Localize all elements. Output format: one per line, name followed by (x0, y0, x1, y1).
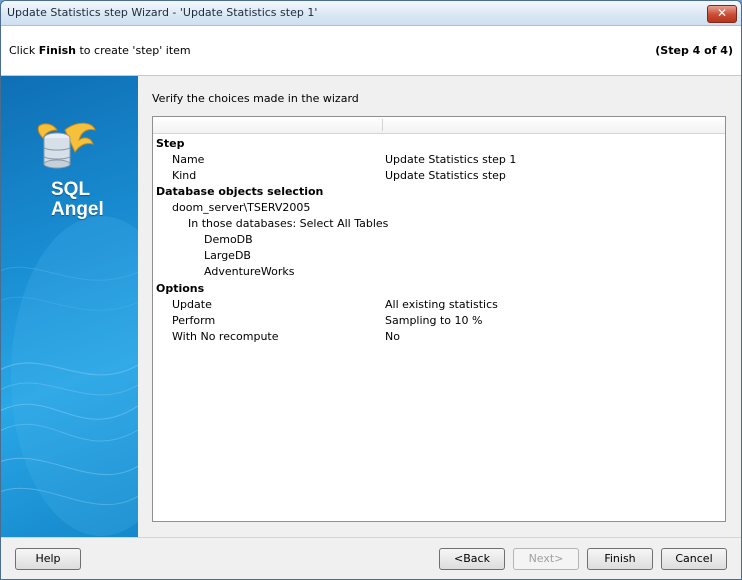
row-label: Update (172, 298, 212, 311)
row-value: No (385, 330, 400, 343)
wizard-window: Update Statistics step Wizard - 'Update … (0, 0, 742, 580)
grid-row: Options (153, 281, 725, 297)
row-value: Update Statistics step (385, 169, 506, 182)
button-bar: Help <Back Next> Finish Cancel (1, 537, 741, 579)
close-button[interactable]: ✕ (707, 5, 737, 23)
grid-row: Update All existing statistics (153, 297, 725, 313)
grid-row: In those databases: Select All Tables (153, 216, 725, 232)
row-label: Database objects selection (156, 185, 324, 198)
product-logo: SQL Angel (51, 180, 104, 220)
row-label: In those databases: Select All Tables (188, 217, 389, 230)
logo-line-1: SQL (51, 179, 91, 200)
grid-row: DemoDB (153, 232, 725, 248)
row-value: All existing statistics (385, 298, 498, 311)
row-label: Perform (172, 314, 216, 327)
finish-button[interactable]: Finish (587, 548, 653, 570)
row-label: Options (156, 282, 205, 295)
wizard-content: Verify the choices made in the wizard St… (138, 76, 741, 537)
next-button[interactable]: Next> (513, 548, 579, 570)
row-label: AdventureWorks (204, 265, 295, 278)
row-value: Sampling to 10 % (385, 314, 483, 327)
hint-finish-word: Finish (38, 44, 76, 57)
grid-row: Step (153, 136, 725, 152)
wizard-header: Click Finish to create 'step' item (Step… (1, 26, 741, 76)
row-label: Kind (172, 169, 197, 182)
row-label: doom_server\TSERV2005 (172, 201, 311, 214)
header-hint: Click Finish to create 'step' item (9, 44, 191, 57)
grid-row: Name Update Statistics step 1 (153, 152, 725, 168)
logo-line-2: Angel (51, 199, 104, 220)
row-label: LargeDB (204, 249, 251, 262)
verify-label: Verify the choices made in the wizard (152, 92, 359, 105)
grid-row: LargeDB (153, 248, 725, 264)
back-button[interactable]: <Back (439, 548, 505, 570)
grid-header (153, 117, 725, 134)
side-banner: SQL Angel (1, 76, 138, 537)
grid-row: doom_server\TSERV2005 (153, 200, 725, 216)
grid-row: Kind Update Statistics step (153, 168, 725, 184)
row-label: With No recompute (172, 330, 279, 343)
help-button[interactable]: Help (15, 548, 81, 570)
grid-row: Database objects selection (153, 184, 725, 200)
title-bar[interactable]: Update Statistics step Wizard - 'Update … (1, 1, 741, 26)
row-label: Step (156, 137, 185, 150)
close-icon: ✕ (716, 6, 728, 20)
window-title: Update Statistics step Wizard - 'Update … (7, 6, 318, 19)
column-separator[interactable] (382, 119, 383, 131)
row-label: DemoDB (204, 233, 253, 246)
summary-grid[interactable]: Step Name Update Statistics step 1 Kind Up… (152, 116, 726, 522)
grid-row: Perform Sampling to 10 % (153, 313, 725, 329)
grid-row: AdventureWorks (153, 264, 725, 280)
step-indicator: (Step 4 of 4) (655, 44, 733, 57)
row-label: Name (172, 153, 205, 166)
row-value: Update Statistics step 1 (385, 153, 517, 166)
grid-row: With No recompute No (153, 329, 725, 345)
hint-prefix: Click (9, 44, 39, 57)
hint-suffix: to create 'step' item (75, 44, 191, 57)
cancel-button[interactable]: Cancel (661, 548, 727, 570)
